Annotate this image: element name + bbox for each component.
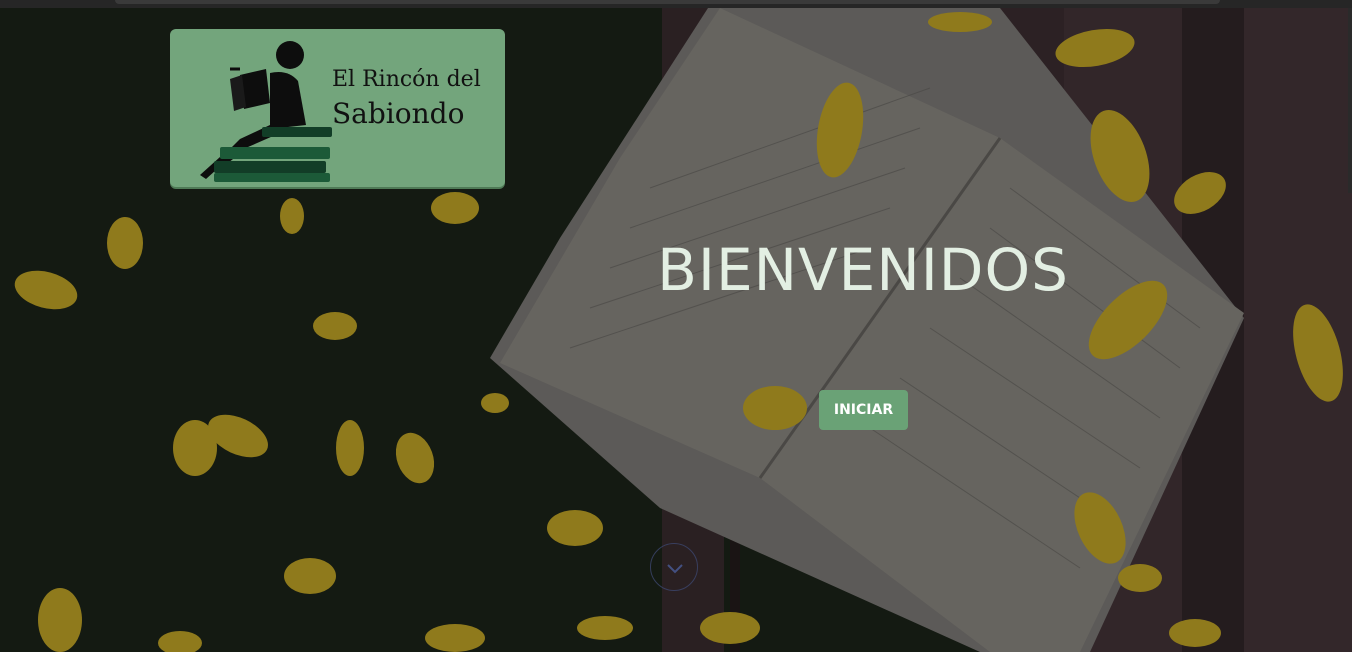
scroll-down-button[interactable] [650, 543, 698, 591]
start-button[interactable]: INICIAR [819, 390, 908, 430]
scrollbar-edge[interactable] [1348, 8, 1352, 193]
landing-page: El Rincón del Sabiondo BIENVENIDOS INICI… [0, 0, 1352, 652]
logo-text-line1: El Rincón del [332, 67, 481, 92]
site-logo[interactable]: El Rincón del Sabiondo [170, 29, 505, 187]
browser-top-bar [0, 0, 1352, 8]
reading-person-icon [200, 41, 332, 182]
chevron-down-icon [667, 564, 683, 574]
logo-text-line2: Sabiondo [332, 97, 465, 130]
top-bar-line [115, 0, 1220, 4]
welcome-title: BIENVENIDOS [657, 236, 1069, 304]
